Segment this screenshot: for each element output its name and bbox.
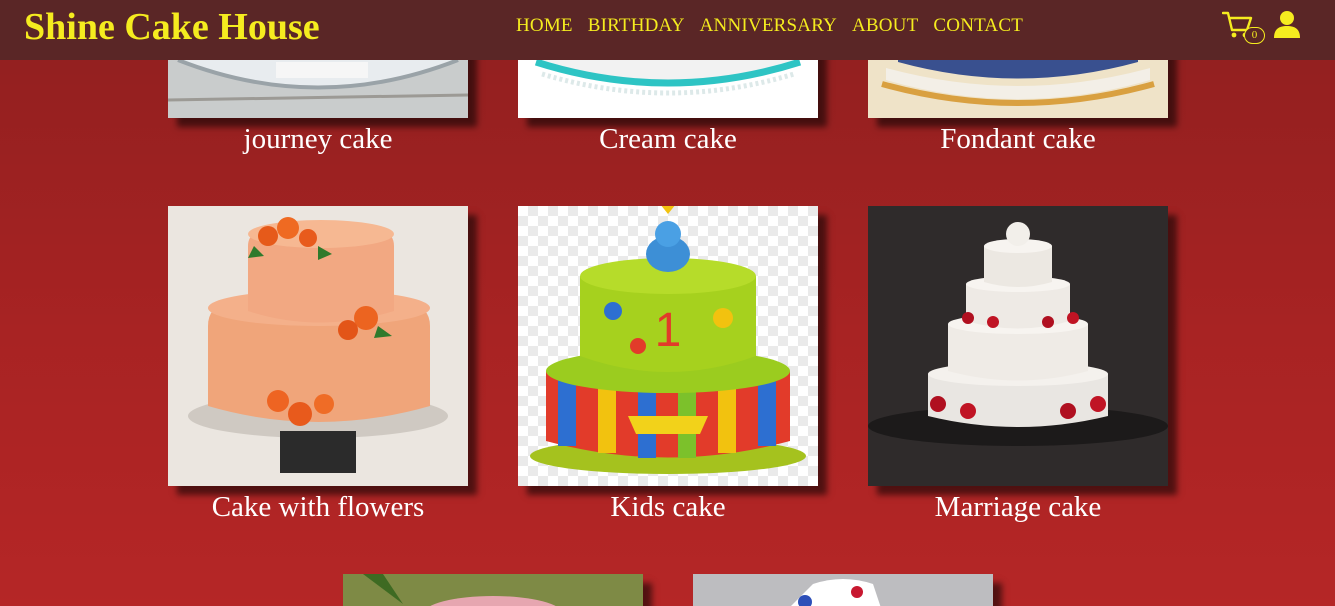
cake-photo[interactable] xyxy=(693,574,993,606)
cart-button[interactable]: 0 xyxy=(1222,10,1266,46)
nav-contact[interactable]: CONTACT xyxy=(933,14,1023,38)
nav-anniversary[interactable]: ANNIVERSARY xyxy=(700,14,837,38)
flower-cake-photo[interactable] xyxy=(168,206,468,486)
product-name[interactable]: Cream cake xyxy=(518,122,818,156)
nav-birthday[interactable]: BIRTHDAY xyxy=(588,14,685,38)
kids-cake-photo[interactable]: 1 xyxy=(518,206,818,486)
nav-home[interactable]: HOME xyxy=(516,14,573,38)
brand-logo[interactable]: Shine Cake House xyxy=(24,4,320,50)
cake-photo[interactable] xyxy=(343,574,643,606)
product-name[interactable]: Kids cake xyxy=(518,490,818,524)
product-name[interactable]: Cake with flowers xyxy=(168,490,468,524)
svg-text:1: 1 xyxy=(655,304,682,357)
top-navbar: Shine Cake House HOME BIRTHDAY ANNIVERSA… xyxy=(0,0,1335,60)
product-name[interactable]: Fondant cake xyxy=(868,122,1168,156)
user-account-button[interactable] xyxy=(1274,10,1300,43)
marriage-cake-photo[interactable] xyxy=(868,206,1168,486)
main-nav: HOME BIRTHDAY ANNIVERSARY ABOUT CONTACT xyxy=(516,14,1023,38)
cart-count-badge: 0 xyxy=(1244,27,1265,44)
user-icon xyxy=(1274,11,1300,38)
product-name[interactable]: Marriage cake xyxy=(868,490,1168,524)
product-name[interactable]: journey cake xyxy=(168,122,468,156)
nav-about[interactable]: ABOUT xyxy=(852,14,918,38)
